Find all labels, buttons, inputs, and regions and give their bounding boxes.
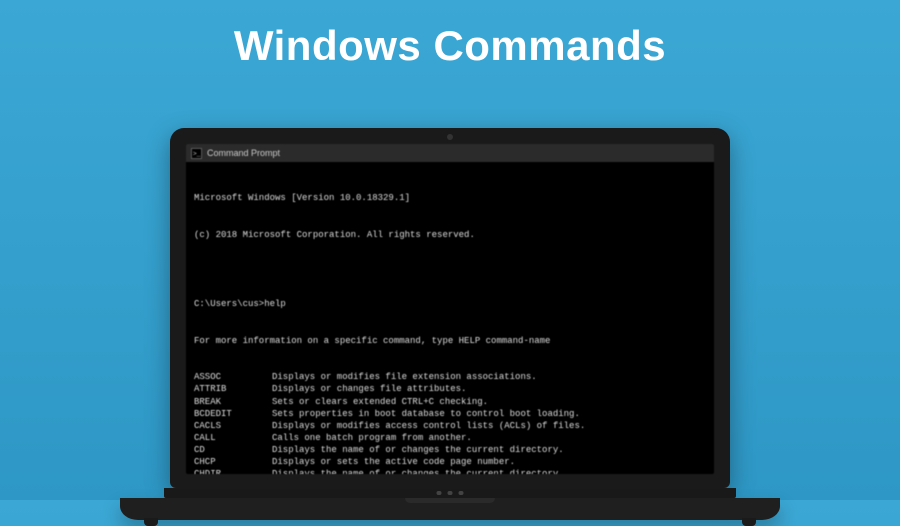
terminal-prompt-line: C:\Users\cus>help [194, 298, 706, 310]
svg-text:>_: >_ [193, 150, 201, 157]
terminal-copyright-line: (c) 2018 Microsoft Corporation. All righ… [194, 229, 706, 241]
command-description: Displays or sets the active code page nu… [272, 456, 706, 468]
command-name: CACLS [194, 420, 272, 432]
command-description: Displays the name of or changes the curr… [272, 468, 706, 474]
command-row: CHCPDisplays or sets the active code pag… [194, 456, 706, 468]
terminal-titlebar: >_ Command Prompt [186, 144, 714, 162]
help-intro-line: For more information on a specific comma… [194, 335, 706, 347]
command-description: Displays the name of or changes the curr… [272, 444, 706, 456]
command-name: CHDIR [194, 468, 272, 474]
command-description: Displays or changes file attributes. [272, 383, 706, 395]
command-description: Sets or clears extended CTRL+C checking. [272, 396, 706, 408]
command-name: BREAK [194, 396, 272, 408]
laptop-screen-bezel: >_ Command Prompt Microsoft Windows [Ver… [170, 128, 730, 488]
command-prompt-icon: >_ [191, 148, 202, 159]
command-description: Displays or modifies file extension asso… [272, 371, 706, 383]
terminal-body: Microsoft Windows [Version 10.0.18329.1]… [186, 162, 714, 474]
laptop-frame: >_ Command Prompt Microsoft Windows [Ver… [170, 128, 730, 520]
command-name: ATTRIB [194, 383, 272, 395]
page-title: Windows Commands [0, 0, 900, 70]
command-row: CHDIRDisplays the name of or changes the… [194, 468, 706, 474]
command-row: ATTRIBDisplays or changes file attribute… [194, 383, 706, 395]
command-name: CD [194, 444, 272, 456]
command-name: BCDEDIT [194, 408, 272, 420]
laptop-base [120, 498, 781, 520]
laptop-hinge [164, 488, 735, 498]
terminal-version-line: Microsoft Windows [Version 10.0.18329.1] [194, 192, 706, 204]
hinge-vents-icon [437, 491, 464, 495]
command-row: BREAKSets or clears extended CTRL+C chec… [194, 396, 706, 408]
command-name: CALL [194, 432, 272, 444]
command-description: Displays or modifies access control list… [272, 420, 706, 432]
command-row: CACLSDisplays or modifies access control… [194, 420, 706, 432]
command-row: CALLCalls one batch program from another… [194, 432, 706, 444]
terminal-title-text: Command Prompt [207, 147, 280, 159]
command-description: Sets properties in boot database to cont… [272, 408, 706, 420]
laptop-foot [144, 518, 158, 526]
command-list: ASSOCDisplays or modifies file extension… [194, 371, 706, 474]
command-description: Calls one batch program from another. [272, 432, 706, 444]
command-name: ASSOC [194, 371, 272, 383]
laptop-foot [742, 518, 756, 526]
command-row: ASSOCDisplays or modifies file extension… [194, 371, 706, 383]
command-name: CHCP [194, 456, 272, 468]
webcam-icon [447, 134, 453, 140]
blank-line [194, 265, 706, 274]
terminal-window: >_ Command Prompt Microsoft Windows [Ver… [186, 144, 714, 474]
command-row: BCDEDITSets properties in boot database … [194, 408, 706, 420]
command-row: CDDisplays the name of or changes the cu… [194, 444, 706, 456]
